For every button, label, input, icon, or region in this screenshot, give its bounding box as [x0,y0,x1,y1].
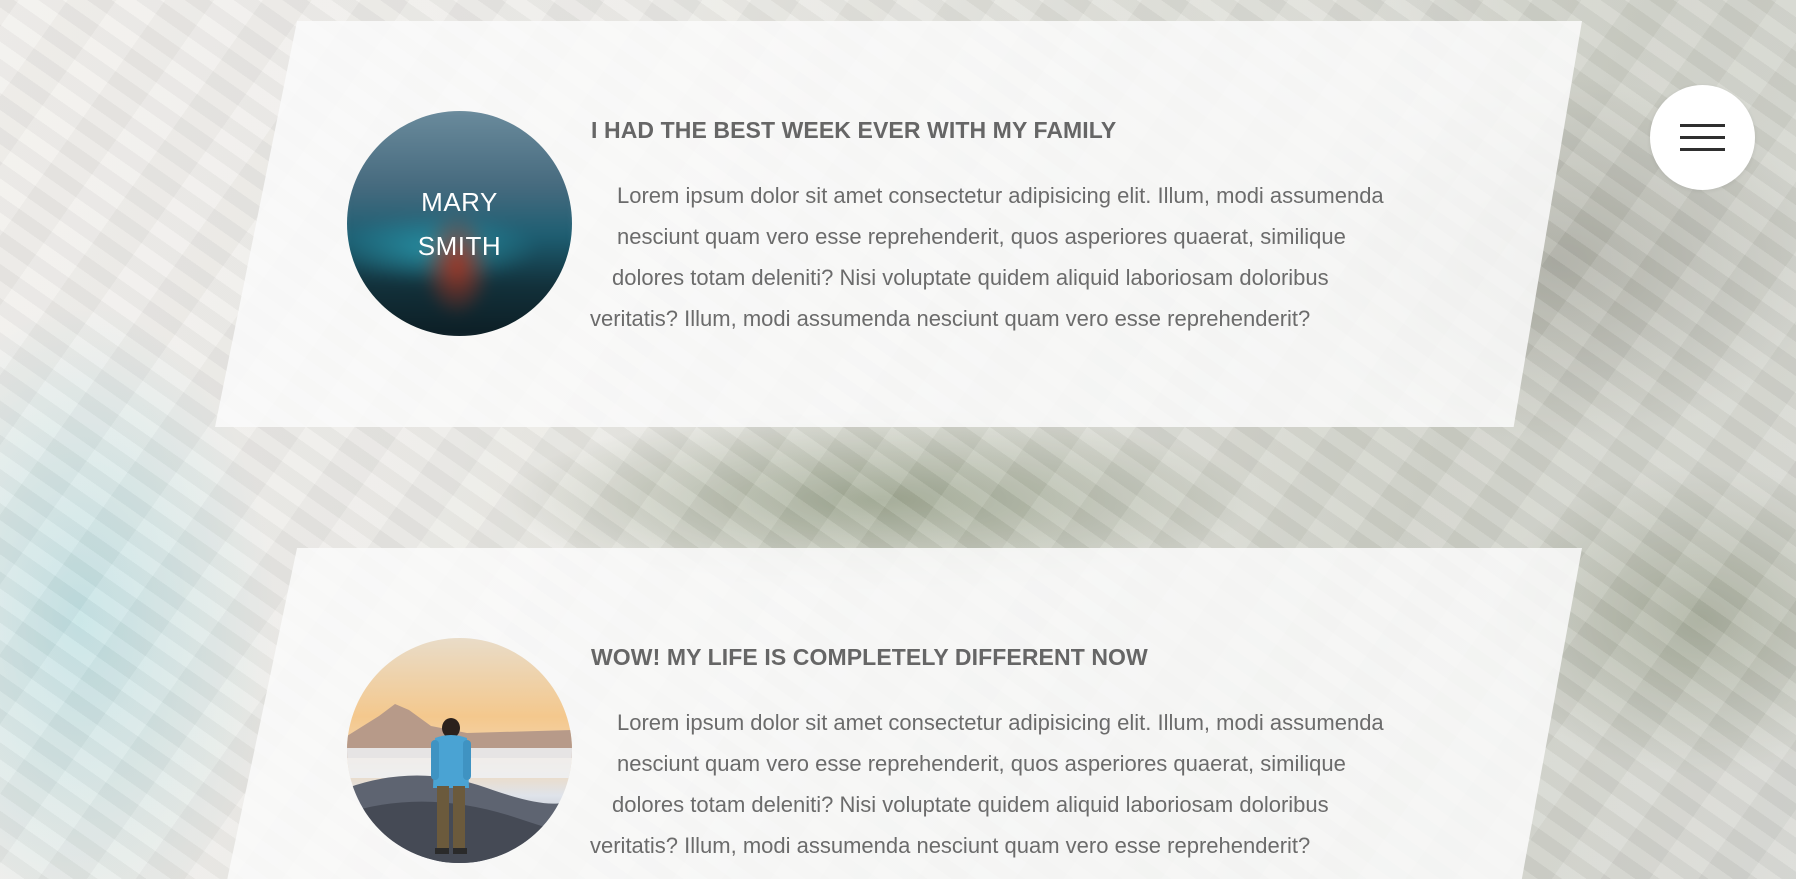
testimonial-text-line: nesciunt quam vero esse reprehenderit, q… [617,751,1346,776]
testimonial-text-line: dolores totam deleniti? Nisi voluptate q… [612,792,1329,817]
testimonial-title: WOW! MY LIFE IS COMPLETELY DIFFERENT NOW [591,644,1148,670]
testimonial-title: I HAD THE BEST WEEK EVER WITH MY FAMILY [591,117,1117,143]
menu-button[interactable] [1650,85,1755,190]
testimonial-text-line: veritatis? Illum, modi assumenda nesciun… [590,833,1311,858]
testimonial-text-line: veritatis? Illum, modi assumenda nesciun… [590,306,1311,331]
testimonial-text-line: dolores totam deleniti? Nisi voluptate q… [612,265,1329,290]
avatar-photo [347,638,572,863]
avatar [347,638,572,863]
testimonial-text-line: Lorem ipsum dolor sit amet consectetur a… [617,183,1384,208]
testimonial-text-line: Lorem ipsum dolor sit amet consectetur a… [617,710,1384,735]
testimonials-page: MARY SMITH I HAD THE BEST WEEK EVER WITH… [0,0,1796,879]
hamburger-menu-icon [1680,124,1725,151]
avatar-last-name: SMITH [417,230,502,261]
avatar-first-name: MARY [421,186,498,217]
avatar-name-overlay: MARY SMITH [347,111,572,336]
testimonial-text: Lorem ipsum dolor sit amet consectetur a… [590,175,1450,339]
avatar: MARY SMITH [347,111,572,336]
testimonial-text: Lorem ipsum dolor sit amet consectetur a… [590,702,1450,866]
testimonial-text-line: nesciunt quam vero esse reprehenderit, q… [617,224,1346,249]
